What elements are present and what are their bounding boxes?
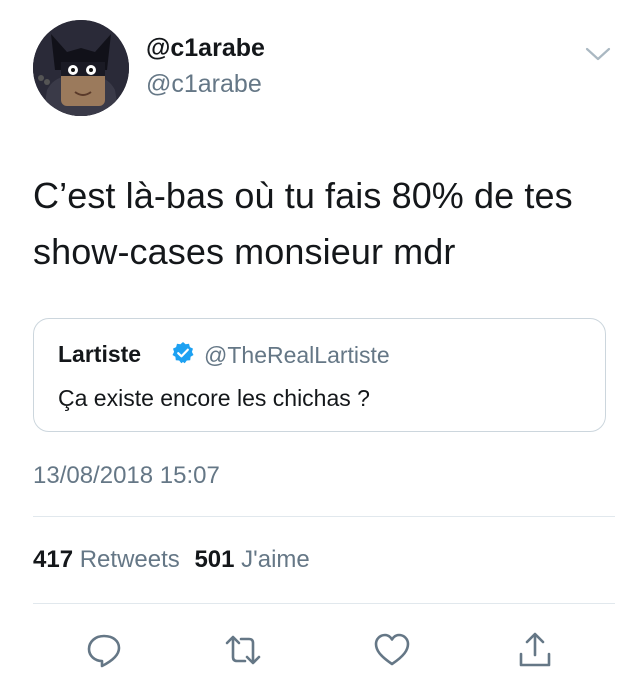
quoted-text: Ça existe encore les chichas ?	[58, 385, 370, 411]
quoted-tweet[interactable]: Lartiste @TheRealLartiste Ça existe enco…	[33, 318, 606, 432]
likes-label: J'aime	[241, 546, 310, 573]
share-icon	[519, 632, 551, 667]
quoted-display-name: Lartiste	[58, 341, 142, 367]
timestamp[interactable]: 13/08/2018 15:07	[33, 462, 220, 490]
reply-icon	[87, 634, 121, 668]
retweet-button[interactable]	[221, 628, 265, 672]
share-button[interactable]	[513, 628, 557, 672]
retweet-icon	[225, 635, 261, 665]
likes-count: 501	[194, 546, 235, 573]
verified-badge-icon	[172, 342, 194, 364]
retweets-count: 417	[33, 546, 74, 573]
avatar-cartoon-icon	[33, 20, 129, 116]
divider	[33, 516, 615, 517]
avatar[interactable]	[33, 20, 129, 116]
display-name[interactable]: @c1arabe	[146, 34, 265, 63]
tweet-text-line: show-cases monsieur mdr	[33, 231, 456, 272]
likes-stat[interactable]: 501 J'aime	[194, 546, 309, 573]
tweet-text-line: C’est là-bas où tu fais 80% de tes	[33, 175, 573, 216]
tweet-stats: 417 Retweets 501 J'aime	[33, 546, 310, 574]
divider	[33, 603, 615, 604]
retweets-label: Retweets	[79, 546, 180, 573]
like-icon	[374, 633, 410, 666]
reply-button[interactable]	[82, 628, 126, 672]
quoted-handle: @TheRealLartiste	[204, 342, 390, 368]
chevron-down-icon[interactable]	[584, 44, 612, 64]
retweets-stat[interactable]: 417 Retweets	[33, 546, 186, 573]
like-button[interactable]	[370, 628, 414, 672]
tweet-text: C’est là-bas où tu fais 80% de tes show-…	[33, 168, 623, 280]
user-handle[interactable]: @c1arabe	[146, 70, 262, 99]
